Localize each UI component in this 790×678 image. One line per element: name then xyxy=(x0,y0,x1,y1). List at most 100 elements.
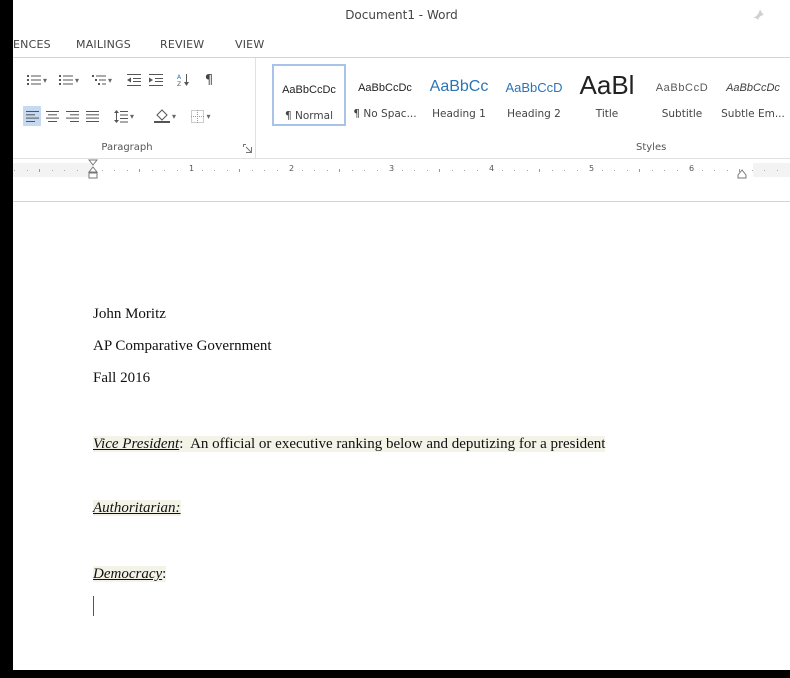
ruler-dot xyxy=(276,170,278,171)
indent-marker-icon[interactable] xyxy=(88,159,98,181)
definition-highlight: Democracy: xyxy=(93,566,167,582)
ruler-dot xyxy=(326,170,328,171)
increase-indent-button[interactable] xyxy=(146,70,166,90)
ruler-tick xyxy=(239,169,240,172)
ruler-dot xyxy=(114,170,115,171)
ruler-dot xyxy=(664,170,665,171)
ruler-dot xyxy=(551,170,553,171)
decrease-indent-button[interactable] xyxy=(124,70,144,90)
style-name: ¶ Normal xyxy=(284,110,333,122)
style-name: Title xyxy=(595,108,619,120)
ruler-number: 6 xyxy=(689,164,695,173)
svg-text:Z: Z xyxy=(177,81,181,87)
course-line: AP Comparative Government xyxy=(93,338,272,354)
right-indent-marker-icon[interactable] xyxy=(737,169,747,179)
shading-button[interactable]: ▾ xyxy=(149,106,181,126)
dialog-launcher-icon[interactable] xyxy=(243,144,252,153)
align-center-button[interactable] xyxy=(43,106,61,126)
ruler-dot xyxy=(701,170,703,171)
bullets-button[interactable]: ▾ xyxy=(23,70,51,90)
pilcrow-icon: ¶ xyxy=(204,72,214,88)
ruler-dot xyxy=(264,170,265,171)
ruler-dot xyxy=(226,170,228,171)
style-name: Heading 2 xyxy=(507,108,561,120)
styles-group: AaBbCcDc ¶ Normal AaBbCcDc ¶ No Spac... … xyxy=(256,58,790,158)
tab-references[interactable]: ENCES xyxy=(13,38,51,51)
ruler-dot xyxy=(651,170,653,171)
tab-view[interactable]: VIEW xyxy=(235,38,264,51)
ruler-dot xyxy=(601,170,603,171)
paint-bucket-icon xyxy=(153,109,170,123)
ruler-dot xyxy=(514,170,515,171)
numbering-button[interactable]: ▾ xyxy=(55,70,83,90)
ruler-dot xyxy=(776,170,778,171)
ruler-dot xyxy=(164,170,165,171)
ruler-dot xyxy=(476,170,478,171)
align-right-icon xyxy=(65,110,79,122)
style-title[interactable]: AaBl Title xyxy=(570,64,644,126)
ruler-number: 3 xyxy=(389,164,395,173)
ruler-dot xyxy=(76,170,78,171)
bird-icon xyxy=(753,9,764,20)
align-center-icon xyxy=(45,110,59,122)
style-name: Subtitle xyxy=(661,108,703,120)
ruler[interactable]: 1 2 3 4 5 6 xyxy=(13,158,790,180)
tab-review[interactable]: REVIEW xyxy=(160,38,204,51)
paragraph-group: ▾ ▾ ▾ AZ ¶ ▾ ▾ ▾ Paragraph xyxy=(13,58,256,158)
line-spacing-button[interactable]: ▾ xyxy=(109,106,139,126)
ruler-dot xyxy=(451,170,453,171)
multilevel-list-button[interactable]: ▾ xyxy=(87,70,117,90)
document-canvas[interactable]: John Moritz AP Comparative Government Fa… xyxy=(13,180,790,670)
definition-vice-president: Vice President: An official or executive… xyxy=(93,436,606,453)
paragraph-group-label: Paragraph xyxy=(101,142,153,153)
style-preview: AaBbCcDc xyxy=(282,84,336,96)
style-subtle-emphasis[interactable]: AaBbCcDc Subtle Em... xyxy=(716,64,790,126)
ruler-dot xyxy=(614,170,615,171)
ruler-dot xyxy=(64,170,65,171)
ruler-tick xyxy=(639,169,640,172)
style-heading-2[interactable]: AaBbCcD Heading 2 xyxy=(497,64,571,126)
sort-button[interactable]: AZ xyxy=(173,70,195,90)
ruler-dot xyxy=(564,170,565,171)
style-preview: AaBbCcDc xyxy=(358,82,412,94)
borders-icon xyxy=(191,109,205,123)
style-normal[interactable]: AaBbCcDc ¶ Normal xyxy=(272,64,346,126)
ruler-tick xyxy=(439,169,440,172)
ruler-dot xyxy=(751,170,753,171)
ruler-dot xyxy=(726,170,728,171)
definition-text: An official or executive ranking below a… xyxy=(183,436,606,452)
ruler-tick xyxy=(139,169,140,172)
show-formatting-button[interactable]: ¶ xyxy=(199,70,219,90)
ruler-dot xyxy=(764,170,765,171)
style-no-spacing[interactable]: AaBbCcDc ¶ No Spac... xyxy=(348,64,422,126)
ruler-dot xyxy=(51,170,53,171)
decrease-indent-icon xyxy=(127,74,141,86)
align-right-button[interactable] xyxy=(63,106,81,126)
ruler-dot xyxy=(576,170,578,171)
ruler-dot xyxy=(426,170,428,171)
ruler-number: 1 xyxy=(189,164,195,173)
ruler-tick xyxy=(539,169,540,172)
term-line: Fall 2016 xyxy=(93,370,151,386)
definition-authoritarian: Authoritarian: xyxy=(93,500,181,517)
ruler-dot xyxy=(251,170,253,171)
ruler-dot xyxy=(401,170,403,171)
svg-text:A: A xyxy=(177,74,182,81)
style-preview: AaBbCc xyxy=(429,78,489,95)
tab-mailings[interactable]: MAILINGS xyxy=(76,38,131,51)
ruler-dot xyxy=(626,170,628,171)
style-name: Subtle Em... xyxy=(721,108,785,120)
numbering-icon xyxy=(58,75,73,85)
style-preview: AaBbCcD xyxy=(505,80,563,95)
definition-term: Authoritarian: xyxy=(93,500,181,516)
borders-button[interactable]: ▾ xyxy=(185,106,217,126)
ruler-dot xyxy=(714,170,715,171)
increase-indent-icon xyxy=(149,74,163,86)
ruler-dot xyxy=(501,170,503,171)
justify-button[interactable] xyxy=(83,106,101,126)
ruler-dot xyxy=(376,170,378,171)
style-heading-1[interactable]: AaBbCc Heading 1 xyxy=(422,64,496,126)
ruler-dot xyxy=(26,170,28,171)
align-left-button[interactable] xyxy=(23,106,41,126)
style-subtitle[interactable]: AaBbCcD Subtitle xyxy=(645,64,719,126)
